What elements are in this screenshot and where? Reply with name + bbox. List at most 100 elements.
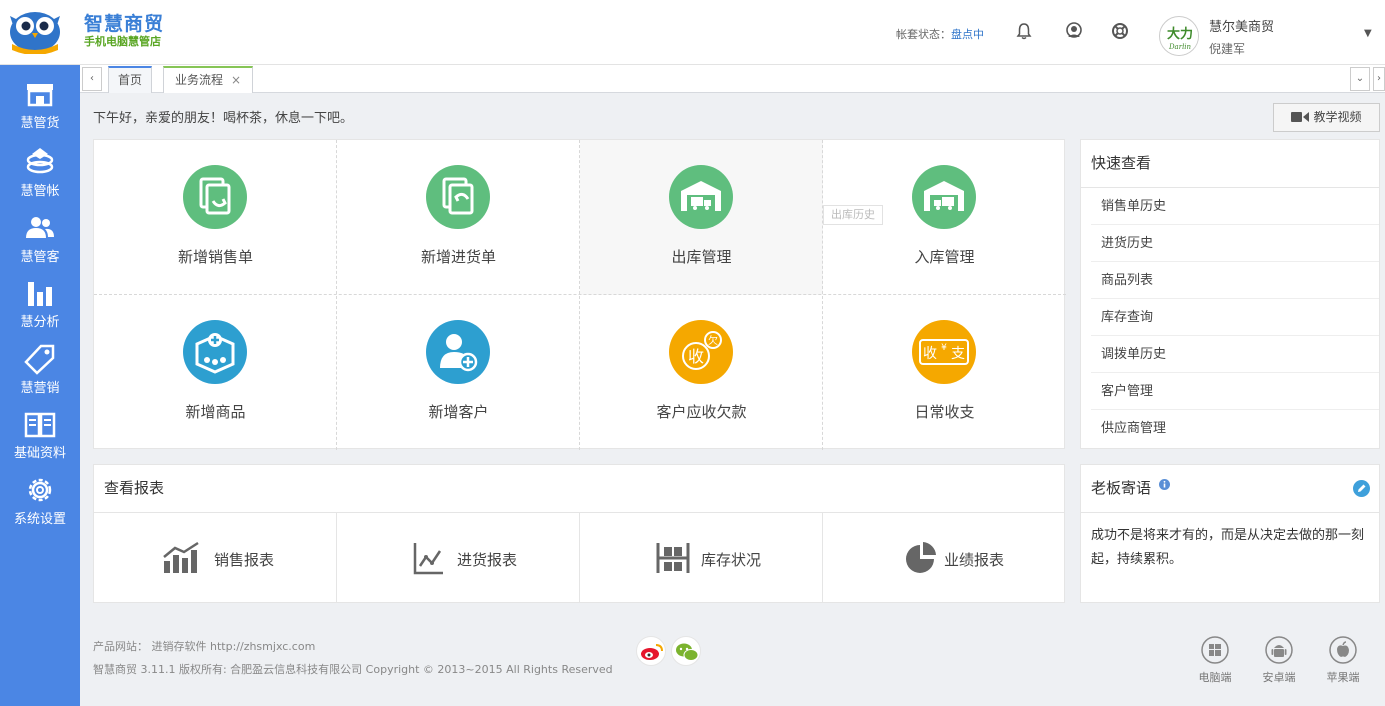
tab-next-button[interactable]: › [1373,67,1385,91]
sidebar-item-basic-data[interactable]: 基础资料 [0,407,80,471]
tutorial-video-label: 教学视频 [1313,110,1362,124]
edit-icon[interactable] [1353,480,1370,497]
greeting-text: 下午好，亲爱的朋友！喝杯茶，休息一下吧。 [93,111,354,126]
report-performance[interactable]: 业绩报表 [823,513,1066,603]
account-status-label: 帐套状态： [896,28,951,41]
company-logo-icon: 大力 Darlin [1161,18,1198,55]
boss-message-text: 成功不是将来才有的，而是从决定去做的那一刻起，持续累积。 [1091,528,1365,567]
quick-action-income-expense[interactable]: 收 ¥ 支 日常收支 [823,295,1066,450]
quick-action-label: 日常收支 [914,403,975,421]
grid-divider [822,140,823,450]
tab-bar: ‹ 首页 业务流程 × ⌄ › [80,65,1385,93]
tag-icon [24,344,55,375]
quick-view-customer-management[interactable]: 客户管理 [1091,373,1379,410]
owl-logo-icon[interactable] [4,2,66,54]
footer-site: 产品网站： 进销存软件 http://zhsmjxc.com [93,640,316,653]
sidebar-item-label: 慧管帐 [20,184,60,199]
currency-glyph: ¥ [941,343,947,353]
sidebar-item-label: 慧管货 [20,116,60,131]
report-label: 销售报表 [214,551,275,569]
help-icon[interactable] [1110,21,1130,41]
platform-apple[interactable]: 苹果端 [1318,636,1368,685]
sidebar-item-label: 慧管客 [20,250,60,265]
income-glyph: 收 [923,346,937,362]
platform-label: 安卓端 [1262,671,1296,684]
avatar-sub: Darlin [1168,43,1192,51]
income-expense-icon: 收 ¥ 支 [912,320,976,384]
quick-action-label: 新增客户 [428,403,489,421]
quick-view-title: 快速查看 [1081,140,1379,188]
quick-action-label: 出库管理 [671,248,732,266]
tab-business-flow[interactable]: 业务流程 × [163,66,253,93]
brand-title: 智慧商贸 [84,13,165,35]
quick-view-product-list[interactable]: 商品列表 [1091,262,1379,299]
sales-report-icon [163,541,199,573]
platform-label: 苹果端 [1326,671,1360,684]
weibo-icon[interactable] [636,636,666,666]
store-icon [27,84,53,107]
info-icon[interactable] [1159,479,1170,490]
report-divider [336,513,337,603]
brand-subtitle: 手机电脑慧管店 [84,35,161,48]
tutorial-video-button[interactable]: 教学视频 [1273,103,1380,132]
quick-view-supplier-management[interactable]: 供应商管理 [1091,410,1379,447]
sidebar-item-settings[interactable]: 系统设置 [0,473,80,537]
sidebar-item-label: 慧分析 [20,315,60,330]
quick-action-new-product[interactable]: 新增商品 [94,295,337,450]
quick-view-sales-history[interactable]: 销售单历史 [1091,188,1379,225]
tab-label: 首页 [117,73,142,87]
book-icon [24,412,56,438]
quick-view-transfer-history[interactable]: 调拨单历史 [1091,336,1379,373]
sidebar-item-goods[interactable]: 慧管货 [0,77,80,141]
tab-close-icon[interactable]: × [231,73,241,87]
outbound-warehouse-icon [669,165,733,229]
sidebar: 慧管货 慧管帐 慧管客 慧分析 慧营销 基础资料 系统设置 [0,65,80,706]
sidebar-item-marketing[interactable]: 慧营销 [0,342,80,406]
sidebar-item-label: 系统设置 [13,512,66,527]
receivable-sub-glyph: 欠 [708,334,718,347]
tab-home[interactable]: 首页 [108,66,152,93]
quick-view-stock-query[interactable]: 库存查询 [1091,299,1379,336]
report-purchase[interactable]: 进货报表 [337,513,580,603]
sidebar-item-customers[interactable]: 慧管客 [0,211,80,275]
bell-icon[interactable] [1014,21,1034,41]
boss-message-header: 老板寄语 [1081,465,1379,513]
sidebar-item-ledger[interactable]: 慧管帐 [0,145,80,209]
report-sales[interactable]: 销售报表 [94,513,337,603]
tooltip-outbound-history: 出库历史 [823,205,883,225]
quick-view-purchase-history[interactable]: 进货历史 [1091,225,1379,262]
quick-action-grid: 新增销售单 新增进货单 出库管理 入库管理 新增商品 新增客户 收 欠 客户应收… [93,139,1066,450]
receivable-icon: 收 欠 [669,320,733,384]
user-menu-caret-icon[interactable]: ▼ [1364,28,1372,39]
sidebar-item-label: 基础资料 [13,446,66,461]
grid-divider [94,294,1066,295]
tab-prev-button[interactable]: ‹ [82,67,102,91]
boss-message-panel: 老板寄语 成功不是将来才有的，而是从决定去做的那一刻起，持续累积。 [1080,464,1380,603]
sidebar-item-label: 慧营销 [20,381,60,396]
tab-list-button[interactable]: ⌄ [1350,67,1370,91]
reports-panel: 查看报表 销售报表 进货报表 库存状况 业绩报表 [93,464,1065,603]
reports-title: 查看报表 [94,465,1064,513]
company-name: 慧尔美商贸 [1209,20,1275,35]
service-icon[interactable] [1064,21,1084,41]
quick-action-new-purchase-order[interactable]: 新增进货单 [337,140,580,295]
quick-action-outbound[interactable]: 出库管理 [580,140,823,295]
quick-action-label: 客户应收欠款 [656,403,747,421]
platform-android[interactable]: 安卓端 [1254,636,1304,685]
quick-action-receivables[interactable]: 收 欠 客户应收欠款 [580,295,823,450]
platform-windows[interactable]: 电脑端 [1190,636,1240,685]
video-camera-icon [1291,112,1310,122]
report-stock-status[interactable]: 库存状况 [580,513,823,603]
pie-report-icon [906,542,936,573]
report-divider [579,513,580,603]
wechat-icon[interactable] [671,636,701,666]
purchase-doc-icon [426,165,490,229]
quick-action-new-sales-order[interactable]: 新增销售单 [94,140,337,295]
new-product-icon [183,320,247,384]
sidebar-item-analysis[interactable]: 慧分析 [0,276,80,340]
report-label: 进货报表 [457,551,518,569]
avatar[interactable]: 大力 Darlin [1159,16,1199,56]
platform-label: 电脑端 [1198,671,1232,684]
account-status-value[interactable]: 盘点中 [951,28,984,41]
quick-action-new-customer[interactable]: 新增客户 [337,295,580,450]
